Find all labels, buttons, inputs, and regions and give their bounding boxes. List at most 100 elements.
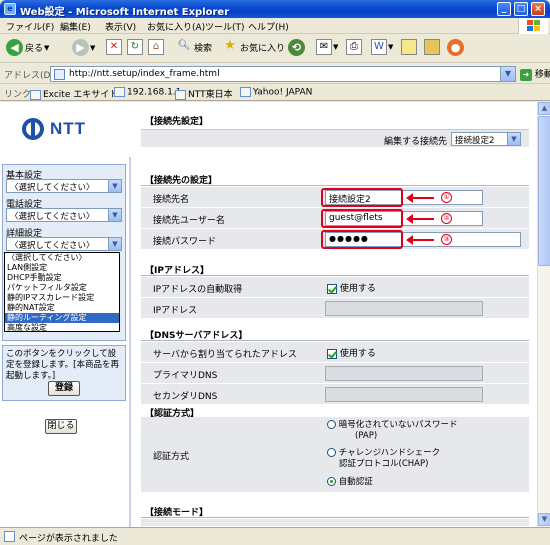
favorites-button[interactable]: ★ お気に入り: [222, 39, 285, 59]
address-input[interactable]: http://ntt.setup/index_frame.html ▼: [50, 66, 516, 82]
menu-favorites[interactable]: お気に入り(A): [147, 20, 205, 33]
home-button[interactable]: ⌂: [148, 39, 164, 59]
dropdown-option[interactable]: 静的NAT設定: [5, 303, 119, 313]
link-icon: [114, 87, 125, 97]
checkbox-checked-icon: [327, 283, 337, 294]
scroll-thumb[interactable]: [538, 116, 550, 266]
messenger-icon: ●: [447, 39, 464, 56]
refresh-icon: ↻: [127, 39, 143, 55]
menu-file[interactable]: ファイル(F): [6, 20, 54, 33]
forward-button[interactable]: ▶ ▼: [72, 39, 95, 59]
links-label: リンク: [4, 90, 32, 100]
register-button[interactable]: 登録: [48, 381, 80, 396]
dns-secondary-input[interactable]: [325, 387, 483, 402]
radio-selected-icon: [327, 477, 336, 486]
dropdown-option[interactable]: DHCP手動設定: [5, 273, 119, 283]
dropdown-option[interactable]: 〈選択してください〉: [5, 253, 119, 263]
menu-bar: ファイル(F) 編集(E) 表示(V) お気に入り(A) ツール(T) ヘルプ(…: [0, 18, 550, 34]
logo-text: NTT: [50, 119, 87, 138]
go-button[interactable]: ➜ 移動: [520, 67, 550, 81]
scroll-up-icon[interactable]: ▲: [538, 102, 550, 115]
toolbar: ◀ 戻る▼ ▶ ▼ ✕ ↻ ⌂ 🔍︎ 検索 ★ お気に入り ⟲ ✉ ▼ ⎙ W ▼ ●: [0, 35, 550, 63]
stop-button[interactable]: ✕: [106, 39, 122, 59]
mail-icon: ✉: [316, 39, 332, 55]
close-window-button[interactable]: ×: [531, 2, 545, 16]
menu-tools[interactable]: ツール(T): [205, 20, 245, 33]
page-done-icon: [4, 531, 15, 542]
link-excite[interactable]: Excite エキサイト: [30, 87, 118, 100]
vertical-scrollbar[interactable]: ▲ ▼: [537, 102, 550, 527]
print-icon: ⎙: [346, 39, 362, 55]
link-ntt-east[interactable]: NTT東日本: [175, 87, 233, 100]
research-button[interactable]: [424, 39, 440, 59]
dns-auto-checkbox[interactable]: 使用する: [327, 346, 376, 359]
edit-button[interactable]: W ▼: [371, 39, 393, 59]
chevron-down-icon: ▼: [333, 43, 339, 51]
connection-password-label: 接続パスワード: [153, 237, 217, 247]
menu-view[interactable]: 表示(V): [105, 20, 136, 33]
ip-address-input[interactable]: [325, 301, 483, 316]
window-titlebar: e Web設定 - Microsoft Internet Explorer _ …: [0, 0, 550, 18]
ntt-logo-icon: [22, 118, 44, 140]
chevron-down-icon[interactable]: ▼: [500, 67, 515, 81]
dropdown-option[interactable]: 静的IPマスカレード設定: [5, 293, 119, 303]
dns-primary-input[interactable]: [325, 366, 483, 381]
edit-target-select[interactable]: 接続設定2 ▼: [451, 132, 521, 146]
ip-auto-checkbox[interactable]: 使用する: [327, 281, 376, 294]
dns-auto-label: サーバから割り当てられたアドレス: [153, 350, 297, 360]
auth-pap-radio[interactable]: 暗号化されていないパスワード (PAP): [327, 420, 457, 442]
chevron-down-icon: ▼: [108, 209, 121, 221]
basic-settings-select[interactable]: 〈選択してください〉 ▼: [6, 179, 122, 193]
note-button[interactable]: [401, 39, 417, 59]
menu-edit[interactable]: 編集(E): [60, 20, 91, 33]
page-content: NTT 基本設定 〈選択してください〉 ▼ 電話設定 〈選択してください〉 ▼ 詳細…: [0, 102, 537, 527]
go-arrow-icon: ➜: [520, 68, 532, 81]
detail-settings-select[interactable]: 〈選択してください〉 ▼: [6, 237, 122, 251]
search-button[interactable]: 🔍︎ 検索: [176, 39, 212, 59]
divider: [141, 275, 529, 276]
print-button[interactable]: ⎙: [346, 39, 362, 59]
scroll-down-icon[interactable]: ▼: [538, 513, 550, 526]
back-arrow-icon: ◀: [6, 39, 23, 56]
maximize-button[interactable]: □: [514, 2, 528, 16]
stop-icon: ✕: [106, 39, 122, 55]
dropdown-option[interactable]: LAN側設定: [5, 263, 119, 273]
ip-address-label: IPアドレス: [153, 306, 198, 316]
chevron-down-icon: ▼: [108, 180, 121, 192]
chevron-down-icon: ▼: [507, 133, 520, 145]
dropdown-option[interactable]: パケットフィルタ設定: [5, 283, 119, 293]
ip-auto-label: IPアドレスの自動取得: [153, 285, 243, 295]
back-button[interactable]: ◀ 戻る▼: [6, 39, 49, 59]
address-bar: アドレス(D) http://ntt.setup/index_frame.htm…: [0, 64, 550, 84]
divider: [141, 517, 529, 518]
dropdown-option[interactable]: 高度な設定: [5, 323, 119, 333]
link-router[interactable]: 192.168.1.1: [114, 87, 181, 98]
red-arrow-icon: [406, 214, 434, 224]
dropdown-option-selected[interactable]: 静的ルーティング設定: [5, 313, 119, 323]
link-icon: [30, 89, 41, 100]
marker-1: ①: [441, 192, 452, 203]
menu-help[interactable]: ヘルプ(H): [248, 20, 289, 33]
radio-icon: [327, 448, 336, 457]
right-frame: 【接続先設定】 編集する接続先 接続設定2 ▼ 【接続先の設定】 接続先名 接続設…: [137, 102, 537, 527]
address-label: アドレス(D): [4, 71, 54, 81]
close-button[interactable]: 閉じる: [45, 419, 77, 434]
refresh-button[interactable]: ↻: [127, 39, 143, 59]
messenger-button[interactable]: ●: [447, 39, 464, 59]
highlight-box: [321, 230, 403, 249]
left-frame: NTT 基本設定 〈選択してください〉 ▼ 電話設定 〈選択してください〉 ▼ 詳細…: [0, 102, 131, 527]
edit-target-row: 編集する接続先 接続設定2 ▼: [141, 129, 529, 147]
history-button[interactable]: ⟲: [288, 39, 305, 59]
history-icon: ⟲: [288, 39, 305, 56]
auth-auto-radio[interactable]: 自動認証: [327, 477, 373, 488]
link-icon: [175, 89, 186, 100]
word-icon: W: [371, 39, 387, 55]
divider: [141, 185, 529, 186]
auth-chap-radio[interactable]: チャレンジハンドシェーク 認証プロトコル(CHAP): [327, 448, 440, 470]
minimize-button[interactable]: _: [497, 2, 511, 16]
home-icon: ⌂: [148, 39, 164, 55]
highlight-box: [321, 209, 403, 228]
phone-settings-select[interactable]: 〈選択してください〉 ▼: [6, 208, 122, 222]
mail-button[interactable]: ✉ ▼: [316, 39, 338, 59]
link-yahoo[interactable]: Yahoo! JAPAN: [240, 87, 312, 98]
